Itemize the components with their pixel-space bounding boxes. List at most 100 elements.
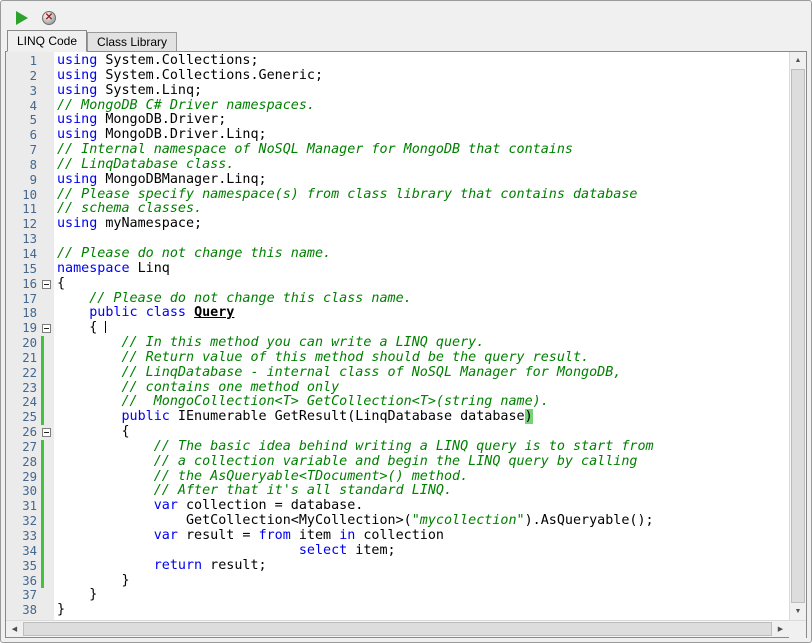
line-number[interactable]: 29: [6, 470, 40, 485]
change-bar: [41, 514, 44, 529]
code-text[interactable]: using System.Linq;: [54, 83, 789, 99]
line-number[interactable]: 27: [6, 440, 40, 455]
line-number[interactable]: 10: [6, 188, 40, 203]
code-text[interactable]: // contains one method only: [54, 380, 789, 396]
code-text[interactable]: // LinqDatabase - internal class of NoSQ…: [54, 365, 789, 381]
line-number[interactable]: 35: [6, 559, 40, 574]
code-text[interactable]: {: [54, 276, 789, 292]
line-number[interactable]: 22: [6, 366, 40, 381]
line-number[interactable]: 32: [6, 514, 40, 529]
code-text[interactable]: using MongoDBManager.Linq;: [54, 172, 789, 188]
keyword-token: using: [57, 127, 98, 143]
tab-class-library[interactable]: Class Library: [87, 32, 178, 51]
line-number[interactable]: 13: [6, 232, 40, 247]
line-number[interactable]: 36: [6, 574, 40, 589]
line-number[interactable]: 33: [6, 529, 40, 544]
line-number[interactable]: 30: [6, 484, 40, 499]
line-number[interactable]: 26: [6, 425, 40, 440]
line-number[interactable]: 8: [6, 158, 40, 173]
run-button[interactable]: [14, 10, 30, 26]
code-text[interactable]: // MongoCollection<T> GetCollection<T>(s…: [54, 394, 789, 410]
stop-button[interactable]: [41, 10, 57, 26]
code-text[interactable]: // Please do not change this class name.: [54, 291, 789, 307]
line-number[interactable]: 9: [6, 173, 40, 188]
code-text[interactable]: // the AsQueryable<TDocument>() method.: [54, 469, 789, 485]
code-text[interactable]: select item;: [54, 543, 789, 559]
line-number[interactable]: 25: [6, 410, 40, 425]
code-text[interactable]: var collection = database.: [54, 498, 789, 514]
line-number[interactable]: 3: [6, 84, 40, 99]
text-token: result =: [177, 528, 259, 543]
code-text[interactable]: using System.Collections.Generic;: [54, 68, 789, 84]
code-text[interactable]: }: [54, 587, 789, 603]
fold-margin: [40, 143, 54, 158]
fold-collapse-toggle[interactable]: [42, 279, 51, 289]
code-text[interactable]: {: [54, 424, 789, 440]
tab-linq-code[interactable]: LINQ Code: [7, 30, 88, 52]
code-text[interactable]: namespace Linq: [54, 261, 789, 277]
line-number[interactable]: 11: [6, 202, 40, 217]
vertical-scroll-thumb[interactable]: [791, 69, 805, 603]
code-text[interactable]: // The basic idea behind writing a LINQ …: [54, 439, 789, 455]
line-number[interactable]: 31: [6, 499, 40, 514]
line-number[interactable]: 20: [6, 336, 40, 351]
code-text[interactable]: var result = from item in collection: [54, 528, 789, 544]
line-number[interactable]: 4: [6, 99, 40, 114]
fold-collapse-toggle[interactable]: [42, 324, 51, 334]
code-text[interactable]: // Internal namespace of NoSQL Manager f…: [54, 142, 789, 158]
code-text[interactable]: // a collection variable and begin the L…: [54, 454, 789, 470]
line-number[interactable]: 34: [6, 544, 40, 559]
line-number[interactable]: 15: [6, 262, 40, 277]
code-text[interactable]: // Return value of this method should be…: [54, 350, 789, 366]
line-number[interactable]: 5: [6, 113, 40, 128]
code-text[interactable]: {: [54, 320, 789, 336]
code-text[interactable]: using MongoDB.Driver.Linq;: [54, 127, 789, 143]
line-number[interactable]: 37: [6, 588, 40, 603]
code-text[interactable]: using System.Collections;: [54, 53, 789, 69]
horizontal-scrollbar[interactable]: ◀ ▶: [6, 621, 789, 637]
scroll-right-button[interactable]: ▶: [772, 621, 789, 637]
scroll-left-button[interactable]: ◀: [6, 621, 23, 637]
code-text[interactable]: // After that it's all standard LINQ.: [54, 484, 789, 499]
code-text[interactable]: // MongoDB C# Driver namespaces.: [54, 98, 789, 114]
change-bar: [41, 395, 44, 411]
line-number[interactable]: 38: [6, 603, 40, 618]
line-number[interactable]: 7: [6, 143, 40, 158]
scroll-down-button[interactable]: ▼: [790, 603, 806, 620]
code-text[interactable]: }: [54, 602, 789, 618]
horizontal-scroll-thumb[interactable]: [23, 622, 772, 636]
code-text[interactable]: return result;: [54, 557, 789, 574]
code-text[interactable]: // LinqDatabase class.: [54, 157, 789, 173]
code-text[interactable]: }: [54, 573, 789, 589]
vertical-scrollbar[interactable]: ▲ ▼: [789, 52, 806, 620]
code-text[interactable]: // In this method you can write a LINQ q…: [54, 335, 789, 351]
line-number[interactable]: 17: [6, 292, 40, 307]
code-line: 1 using System.Collections;: [6, 53, 789, 69]
line-number[interactable]: 21: [6, 351, 40, 366]
line-number[interactable]: 12: [6, 217, 40, 232]
keyword-token: return: [153, 557, 203, 573]
line-number[interactable]: 6: [6, 128, 40, 143]
code-text[interactable]: public IEnumerable GetResult(LinqDatabas…: [54, 409, 789, 425]
code-text[interactable]: using myNamespace;: [54, 216, 789, 232]
code-text[interactable]: using MongoDB.Driver;: [54, 112, 789, 128]
line-number[interactable]: 14: [6, 247, 40, 262]
line-number[interactable]: 2: [6, 69, 40, 84]
line-number[interactable]: 23: [6, 381, 40, 396]
fold-collapse-toggle[interactable]: [42, 428, 51, 438]
fold-margin: [40, 173, 54, 188]
line-number[interactable]: 1: [6, 54, 40, 69]
line-number[interactable]: 24: [6, 395, 40, 410]
line-number[interactable]: 18: [6, 306, 40, 321]
code-text[interactable]: [54, 232, 789, 247]
line-number[interactable]: 28: [6, 455, 40, 470]
code-text[interactable]: GetCollection<MyCollection>("mycollectio…: [54, 513, 789, 529]
line-number[interactable]: 16: [6, 277, 40, 292]
scroll-up-button[interactable]: ▲: [790, 52, 806, 69]
line-number[interactable]: 19: [6, 321, 40, 336]
code-text[interactable]: // Please do not change this name.: [54, 246, 789, 262]
code-text[interactable]: public class Query: [54, 305, 789, 321]
code-text[interactable]: // Please specify namespace(s) from clas…: [54, 187, 789, 203]
code-text[interactable]: // schema classes.: [54, 202, 789, 217]
